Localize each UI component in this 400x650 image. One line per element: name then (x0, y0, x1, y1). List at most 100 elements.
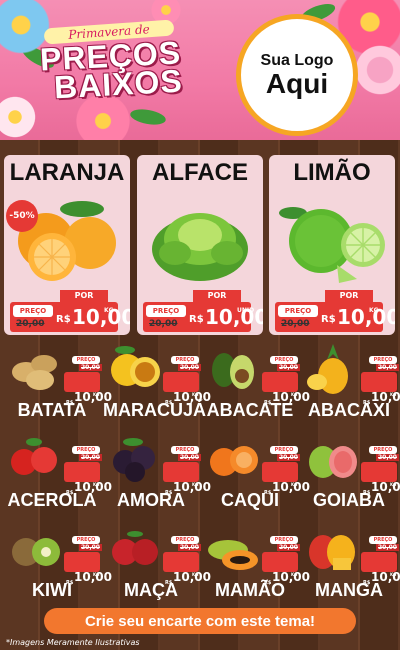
price-box: R$10,00KG (64, 372, 112, 406)
product-name: GOIABA (313, 490, 385, 510)
old-price: 20,00 (277, 544, 300, 551)
price-tag: PREÇO20,00R$10,00KG (361, 356, 400, 406)
por-label: POR (325, 290, 373, 302)
price-tag: PREÇO20,00R$10,00KG (64, 356, 112, 406)
price-box: R$10,00KG (163, 552, 211, 586)
product-name: ACEROLA (7, 490, 97, 510)
unit-label: KG (93, 392, 100, 397)
price-box: R$10,00KG (163, 462, 211, 496)
product-card: PREÇO20,00R$10,00KGMANGA (301, 522, 400, 608)
unit-label: KG (291, 482, 298, 487)
preco-label: PREÇO (72, 446, 100, 454)
logo-line2: Aqui (265, 68, 329, 99)
product-card: PREÇO 20,00 R$ 10,00 KG MAÇA (103, 522, 211, 608)
disclaimer-note: *Imagens Meramente Ilustrativas (6, 638, 140, 647)
price-tag: PREÇO20,00R$10,00KG (163, 446, 211, 496)
apple-icon (112, 531, 158, 565)
unit-label: KG (291, 572, 298, 577)
price-box: R$10,00KG (361, 372, 400, 406)
preco-label: PREÇO (369, 536, 397, 544)
unit-label: KG (390, 392, 397, 397)
price-value: 10,00 (205, 305, 263, 329)
unit-label: KG (93, 572, 100, 577)
price-tag: PREÇO20,00R$10,00KG (361, 536, 400, 586)
product-name: LIMÃO (293, 159, 371, 186)
persimmon-icon (210, 446, 258, 476)
product-name: MAÇA (124, 580, 178, 600)
price-tag: PREÇO20,00R$10,00KG (262, 446, 310, 496)
unit-label: UNID (237, 307, 255, 314)
unit-label: KG (291, 392, 298, 397)
product-card: PREÇO 20,00 R$ 10,00 KG AMORA (103, 432, 211, 518)
price-box: PREÇO 20,00 R$ 10,00 KG (10, 302, 130, 332)
product-card: PREÇO 20,00 R$ 10,00 KG ACEROLA (4, 432, 112, 518)
price-box: PREÇO 20,00 R$ 10,00 UNID (143, 302, 263, 332)
product-card: PREÇO 20,00 R$ 10,00 KG MAMÃO (202, 522, 310, 608)
guava-icon (309, 446, 357, 478)
preco-label: PREÇO (270, 536, 298, 544)
product-card: PREÇO20,00R$10,00KGGOIABA (301, 432, 400, 518)
preco-label: PREÇO (72, 536, 100, 544)
product-name: AMORA (117, 490, 185, 510)
product-name: LARANJA (9, 159, 125, 186)
product-name: ABACAXI (307, 400, 390, 420)
papaya-icon (208, 540, 258, 570)
potato-icon (12, 355, 57, 390)
price-tag: PREÇO20,00R$10,00KG (163, 356, 211, 406)
product-card: PREÇO 20,00 R$ 10,00 KG CAQUI (202, 432, 310, 518)
old-price: 20,00 (178, 364, 201, 371)
price-tag: PREÇO20,00R$10,00KG (64, 536, 112, 586)
currency: R$ (56, 314, 71, 325)
logo-placeholder: Sua Logo Aqui (236, 14, 358, 136)
mango-icon (309, 535, 355, 570)
product-name: CAQUI (221, 490, 279, 510)
preco-label: PREÇO (270, 446, 298, 454)
acerola-icon (11, 438, 57, 475)
product-name: MAMÃO (215, 580, 285, 600)
price-box: R$10,00KG (361, 462, 400, 496)
featured-card-limao: LIMÃO POR PREÇO 20,00 R$ 10,00 KG (269, 155, 395, 335)
unit-label: KG (104, 307, 114, 314)
kiwi-icon (12, 538, 60, 566)
product-name: MANGA (315, 580, 383, 600)
header-banner: Primavera de PREÇOS BAIXOS Sua Logo Aqui (0, 0, 400, 150)
preco-label: PREÇO (13, 305, 53, 317)
old-price: 20,00 (281, 319, 310, 329)
product-card: PREÇO 20,00 R$ 10,00 KG KIWI (4, 522, 112, 608)
currency: R$ (189, 314, 204, 325)
unit-label: KG (192, 572, 199, 577)
preco-label: PREÇO (369, 446, 397, 454)
preco-label: PREÇO (146, 305, 186, 317)
price-tag: PREÇO20,00R$10,00KG (262, 536, 310, 586)
price-tag: POR PREÇO 20,00 R$ 10,00 KG (275, 290, 395, 332)
price-value: 10,00 (72, 305, 130, 329)
currency: R$ (321, 314, 336, 325)
blackberry-icon (113, 438, 155, 482)
preco-label: PREÇO (72, 356, 100, 364)
price-box: R$10,00KG (262, 372, 310, 406)
por-label: POR (193, 290, 241, 302)
create-flyer-button[interactable]: Crie seu encarte com este tema! (44, 608, 356, 634)
price-tag: POR PREÇO 20,00 R$ 10,00 KG (10, 290, 130, 332)
old-price: 20,00 (376, 544, 399, 551)
unit-label: KG (369, 307, 379, 314)
product-card: PREÇO20,00R$10,00KGABACAXI (301, 342, 400, 428)
old-price: 20,00 (16, 319, 45, 329)
headline-title-line2: BAIXOS (53, 62, 184, 106)
price-box: R$10,00KG (64, 462, 112, 496)
passionfruit-icon (111, 346, 160, 387)
unit-label: KG (192, 482, 199, 487)
old-price: 20,00 (79, 364, 102, 371)
pineapple-icon (307, 344, 348, 394)
featured-card-laranja: LARANJA POR PREÇO 20,00 R$ 10,00 KG (4, 155, 130, 335)
discount-badge: -50% (6, 200, 38, 232)
unit-label: KG (390, 572, 397, 577)
old-price: 20,00 (79, 454, 102, 461)
price-box: PREÇO 20,00 R$ 10,00 KG (275, 302, 395, 332)
price-tag: PREÇO20,00R$10,00KG (163, 536, 211, 586)
price-tag: PREÇO20,00R$10,00KG (262, 356, 310, 406)
old-price: 20,00 (149, 319, 178, 329)
preco-label: PREÇO (171, 446, 199, 454)
preco-label: PREÇO (171, 536, 199, 544)
preco-label: PREÇO (270, 356, 298, 364)
